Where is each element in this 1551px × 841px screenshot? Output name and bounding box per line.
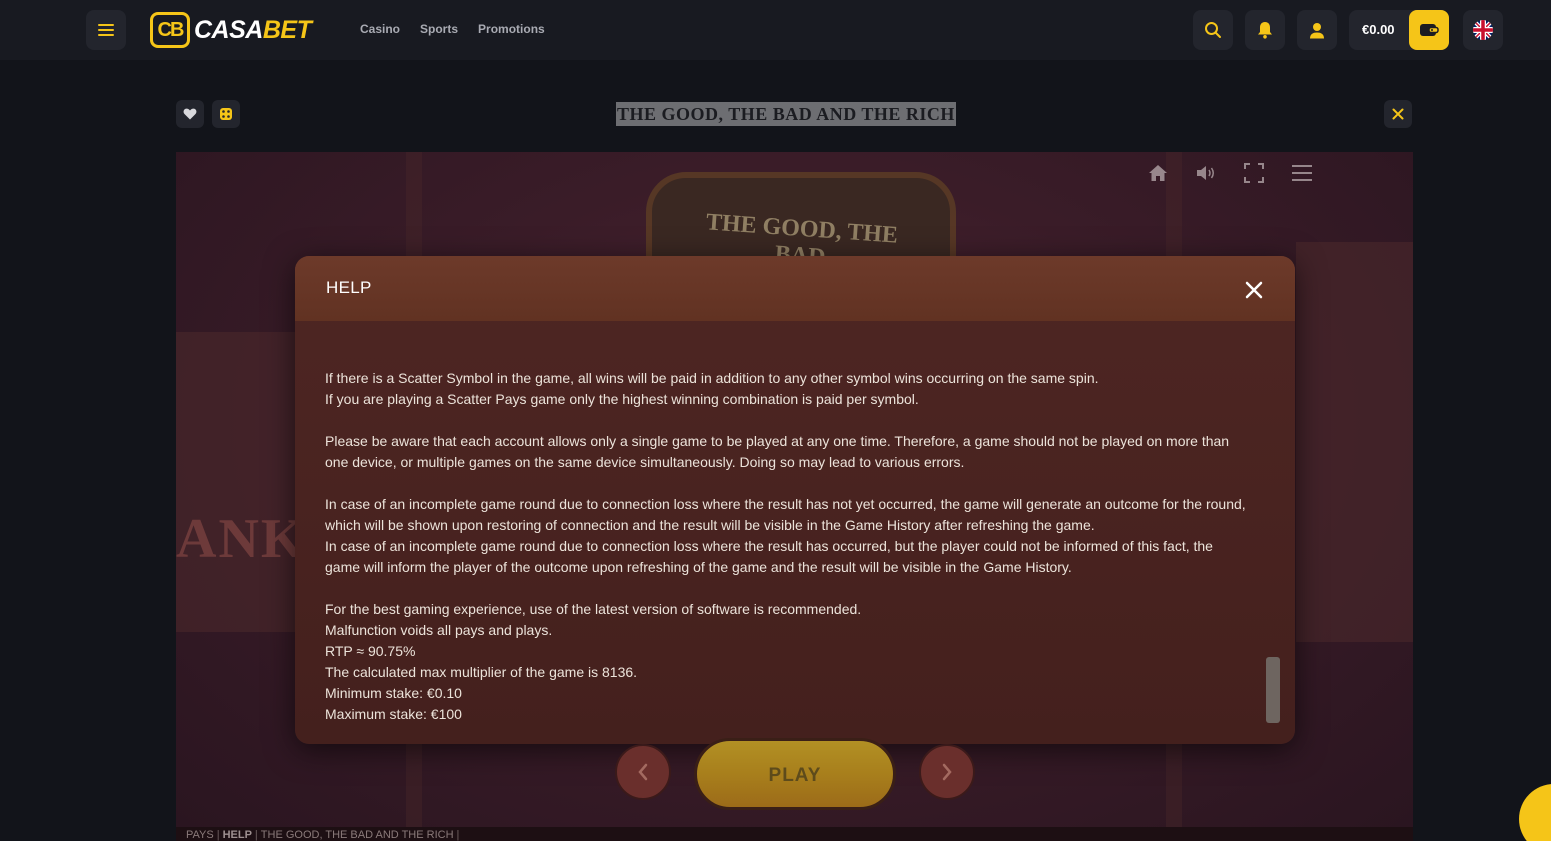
search-icon [1205,22,1221,38]
separator: | [254,829,258,841]
game-info-breadcrumb: PAYS | HELP | THE GOOD, THE BAD AND THE RICH… [186,829,462,841]
hamburger-menu-button[interactable] [86,10,126,50]
game-info-strip: PAYS | HELP | THE GOOD, THE BAD AND THE RICH… [176,827,1413,841]
menu-icon[interactable] [1291,162,1313,184]
hamburger-icon-line [98,34,114,36]
live-chat-button[interactable] [1519,784,1551,841]
home-icon[interactable] [1147,162,1169,184]
nav-promotions[interactable]: Promotions [478,22,545,36]
play-button-label: PLAY [768,765,822,786]
hamburger-icon [98,24,114,26]
wallet-button[interactable] [1409,10,1449,50]
account-button[interactable] [1297,10,1337,50]
chevron-left-icon [638,763,648,781]
help-paragraph: In case of an incomplete game round due … [325,496,1246,575]
main-nav: Casino Sports Promotions [360,22,545,36]
help-modal-header: HELP [295,256,1295,321]
search-button[interactable] [1193,10,1233,50]
hamburger-icon-line [98,29,114,31]
info-game-name: THE GOOD, THE BAD AND THE RICH [260,829,454,841]
dice-icon [220,108,232,120]
bank-sign-text: ANK [176,508,307,570]
help-paragraph: For the best gaming experience, use of t… [325,601,862,722]
info-pays-link[interactable]: PAYS [186,829,214,841]
help-title: HELP [326,278,372,297]
help-paragraph: Please be aware that each account allows… [325,433,1230,470]
sound-icon[interactable] [1195,162,1217,184]
background-building-right [1296,242,1413,642]
help-scrollbar[interactable] [1266,657,1280,723]
separator: | [456,829,460,841]
info-help-link[interactable]: HELP [223,829,252,841]
heart-icon [183,108,197,120]
notifications-button[interactable] [1245,10,1285,50]
background-building-left [176,332,296,632]
help-paragraph: If there is a Scatter Symbol in the game… [325,370,1099,407]
language-button[interactable] [1463,10,1503,50]
logo-wordmark: CASABET [194,15,312,45]
close-game-button[interactable] [1384,100,1412,128]
uk-flag-icon [1473,20,1493,40]
game-toolbar [1147,162,1313,184]
game-title: THE GOOD, THE BAD AND THE RICH [616,102,956,126]
help-modal: HELP If there is a Scatter Symbol in the… [295,256,1295,744]
wallet-icon [1420,24,1439,36]
nav-sports[interactable]: Sports [420,22,458,36]
close-icon [1392,108,1404,120]
chevron-right-icon [942,763,952,781]
logo-text-bet: BET [262,15,312,44]
balance-amount: €0.00 [1362,22,1395,37]
balance-box[interactable]: €0.00 [1349,10,1449,50]
fullscreen-icon[interactable] [1243,162,1265,184]
previous-button[interactable] [615,744,671,800]
casabet-logo[interactable]: CB CASABET [150,12,312,48]
random-game-button[interactable] [212,100,240,128]
help-content: If there is a Scatter Symbol in the game… [325,334,1255,725]
help-paragraph [325,334,1255,346]
close-icon[interactable] [1242,278,1266,302]
logo-mark: CB [150,12,190,48]
logo-text-casa: CASA [194,15,263,44]
top-navigation-bar: CB CASABET Casino Sports Promotions €0.0… [0,0,1551,60]
user-icon [1310,22,1324,38]
next-button[interactable] [919,744,975,800]
nav-casino[interactable]: Casino [360,22,400,36]
bell-icon [1258,22,1272,39]
separator: | [216,829,220,841]
favorite-button[interactable] [176,100,204,128]
play-button[interactable]: PLAY [694,738,896,810]
